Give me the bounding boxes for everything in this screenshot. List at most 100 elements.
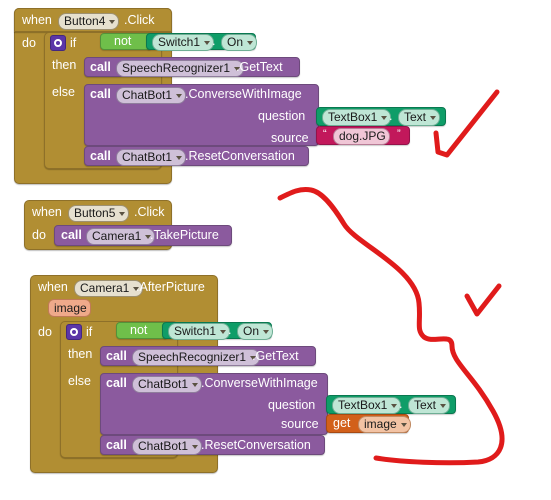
checkmark-middle [464,283,502,317]
call-component-dropdown-chatbot1-3[interactable]: ChatBot1 [132,376,203,393]
event-parameter-name: image [54,300,87,315]
chevron-down-icon[interactable] [381,115,388,120]
chevron-down-icon[interactable] [220,329,227,334]
if-label-2: if [86,325,93,339]
chevron-down-icon[interactable] [400,422,407,427]
call-component-dropdown-speechrecognizer1-2[interactable]: SpeechRecognizer1 [132,349,261,366]
call-component-name: SpeechRecognizer1 [138,350,247,364]
getter-property-name: On [227,35,244,49]
else-label-1: else [52,85,75,99]
socket-label-question-1: question [258,109,306,123]
call-component-name: ChatBot1 [122,88,173,102]
component-dropdown-button4[interactable]: Button4 [58,13,120,30]
chevron-down-icon[interactable] [119,211,126,216]
get-label-1: get [333,416,351,430]
then-label-1: then [52,58,77,72]
call-label-2: call [90,87,111,101]
call-method-6: .ConverseWithImage [201,376,318,390]
chevron-down-icon[interactable] [176,93,183,98]
getter-component-name: Switch1 [158,35,201,49]
getter-property-dropdown-text-1[interactable]: Text [398,109,441,126]
getter-property-dropdown-text-2[interactable]: Text [408,397,451,414]
call-label-5: call [106,349,127,363]
getter-dot-3: . [228,323,232,337]
when-label-1: when [22,13,52,27]
getter-component-dropdown-switch1-1[interactable]: Switch1 [152,34,215,51]
component-dropdown-button5[interactable]: Button5 [68,205,130,222]
call-component-name: ChatBot1 [138,377,189,391]
getter-property-name: On [243,324,260,338]
socket-label-source-1: source [271,131,309,145]
call-label-1: call [90,60,111,74]
call-component-dropdown-chatbot1-4[interactable]: ChatBot1 [132,438,203,455]
call-method-7: .ResetConversation [201,438,311,452]
when-label-2: when [32,205,62,219]
call-component-dropdown-camera1-1[interactable]: Camera1 [86,228,156,245]
variable-name: image [364,417,397,431]
component-name: Button5 [74,206,116,220]
chevron-down-icon[interactable] [440,403,447,408]
chevron-down-icon[interactable] [176,155,183,160]
not-label-2: not [130,323,148,337]
getter-property-dropdown-on-1[interactable]: On [221,34,258,51]
mutator-gear-icon-2[interactable] [66,324,82,340]
call-method-4: .TakePicture [150,228,219,242]
getter-property-name: Text [414,398,437,412]
call-label-3: call [90,149,111,163]
getter-component-dropdown-textbox1-2[interactable]: TextBox1 [332,397,402,414]
call-label-7: call [106,438,127,452]
chevron-down-icon[interactable] [192,444,199,449]
call-label-6: call [106,376,127,390]
text-string-field-dogjpg[interactable]: dog.JPG [333,128,390,145]
mutator-gear-icon-1[interactable] [50,35,66,51]
socket-label-question-2: question [268,398,316,412]
getter-property-dropdown-on-2[interactable]: On [237,323,274,340]
getter-component-dropdown-textbox1-1[interactable]: TextBox1 [322,109,392,126]
call-method-5: .GetText [252,349,299,363]
do-label-3: do [38,325,52,339]
getter-property-name: Text [404,110,427,124]
if-label-1: if [70,36,77,50]
not-label-1: not [114,34,132,48]
call-component-dropdown-speechrecognizer1-1[interactable]: SpeechRecognizer1 [116,60,245,77]
chevron-down-icon[interactable] [204,40,211,45]
chevron-down-icon[interactable] [263,329,270,334]
event-name-1: .Click [124,13,155,27]
call-component-name: SpeechRecognizer1 [122,61,231,75]
do-label-1: do [22,36,36,50]
call-component-dropdown-chatbot1-2[interactable]: ChatBot1 [116,149,187,166]
gear-inner [54,39,62,47]
call-label-4: call [61,228,82,242]
quote-close-1: ” [397,128,401,140]
call-method-1: .GetText [236,60,283,74]
chevron-down-icon[interactable] [247,40,254,45]
chevron-down-icon[interactable] [430,115,437,120]
chevron-down-icon[interactable] [109,19,116,24]
getter-component-name: TextBox1 [328,110,378,124]
component-dropdown-camera1[interactable]: Camera1 [74,280,144,297]
else-label-2: else [68,374,91,388]
call-method-3: .ResetConversation [185,149,295,163]
getter-dot-4: . [399,397,403,411]
text-string-value: dog.JPG [339,129,386,143]
getter-component-dropdown-switch1-2[interactable]: Switch1 [168,323,231,340]
call-component-name: ChatBot1 [138,439,189,453]
gear-inner [70,328,78,336]
call-component-name: ChatBot1 [122,150,173,164]
socket-label-source-2: source [281,417,319,431]
getter-component-name: TextBox1 [338,398,388,412]
quote-open-1: “ [323,128,327,140]
when-label-3: when [38,280,68,294]
then-label-2: then [68,347,93,361]
do-label-2: do [32,228,46,242]
getter-dot-2: . [389,109,393,123]
chevron-down-icon[interactable] [192,382,199,387]
blocks-workspace[interactable]: when Button4 .Click do if then else not … [0,0,551,500]
event-parameter-image[interactable]: image [48,299,91,317]
component-name: Button4 [64,14,106,28]
variable-name-dropdown-image[interactable]: image [358,416,411,433]
chevron-down-icon[interactable] [391,403,398,408]
call-component-dropdown-chatbot1-1[interactable]: ChatBot1 [116,87,187,104]
getter-dot-1: . [212,34,216,48]
event-name-3: .AfterPicture [136,280,205,294]
